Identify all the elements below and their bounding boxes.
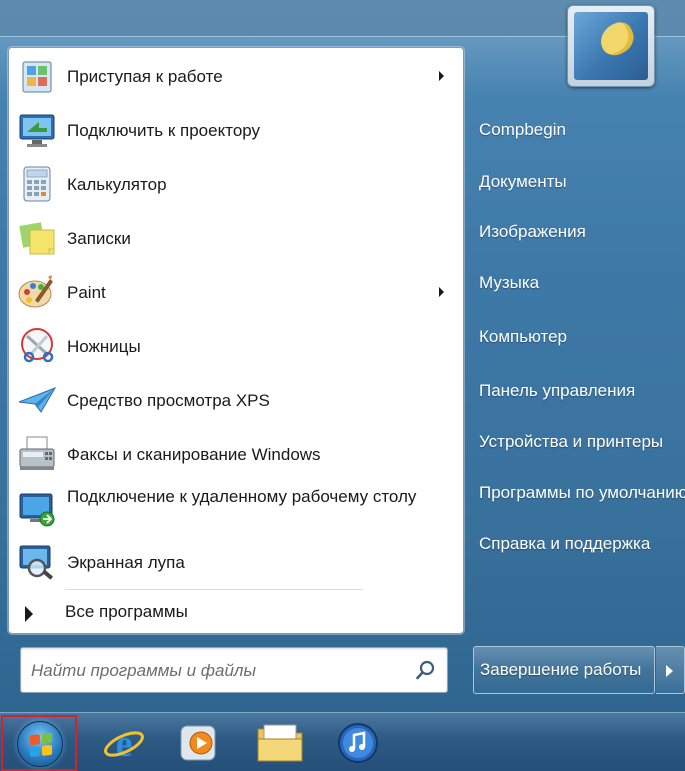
right-link-documents[interactable]: Документы <box>479 172 685 192</box>
all-programs-button[interactable]: Все программы <box>9 598 463 630</box>
getting-started-icon <box>15 54 59 98</box>
user-picture[interactable] <box>567 5 655 87</box>
xps-viewer-icon <box>15 378 59 422</box>
right-link-default-programs[interactable]: Программы по умолчанию <box>479 483 685 503</box>
start-button[interactable] <box>1 715 77 771</box>
internet-explorer-icon[interactable]: e <box>100 719 148 767</box>
projector-icon <box>15 108 59 152</box>
user-picture-image <box>574 12 648 80</box>
program-label: Факсы и сканирование Windows <box>67 445 321 464</box>
snipping-scissors-icon <box>15 324 59 368</box>
program-label: Записки <box>67 229 131 248</box>
paint-palette-icon <box>15 270 59 314</box>
programs-panel: Приступая к работе Подключить к проектор… <box>8 47 464 634</box>
fax-scan-icon <box>15 432 59 476</box>
program-item-paint[interactable]: Paint <box>9 266 463 318</box>
program-item-projector[interactable]: Подключить к проектору <box>9 104 463 156</box>
search-icon[interactable] <box>415 659 437 681</box>
program-item-snipping-tool[interactable]: Ножницы <box>9 320 463 372</box>
sticky-notes-icon <box>15 216 59 260</box>
windows-flag-icon <box>30 732 52 758</box>
windows-explorer-icon[interactable] <box>256 719 304 767</box>
svg-text:e: e <box>116 723 133 765</box>
right-link-music[interactable]: Музыка <box>479 273 685 293</box>
program-label: Подключение к удаленному рабочему столу <box>67 487 417 506</box>
windows-start-orb-icon <box>17 721 63 767</box>
shutdown-button[interactable]: Завершение работы <box>473 646 655 694</box>
all-programs-arrow-icon <box>25 606 33 622</box>
program-item-fax-scan[interactable]: Факсы и сканирование Windows <box>9 428 463 480</box>
media-player-icon[interactable] <box>174 719 222 767</box>
search-box <box>20 647 448 693</box>
program-item-sticky-notes[interactable]: Записки <box>9 212 463 264</box>
calculator-icon <box>15 162 59 206</box>
program-item-magnifier[interactable]: Экранная лупа <box>9 536 463 588</box>
shutdown-label: Завершение работы <box>480 660 642 679</box>
program-item-xps-viewer[interactable]: Средство просмотра XPS <box>9 374 463 426</box>
program-item-getting-started[interactable]: Приступая к работе <box>9 50 463 102</box>
all-programs-label: Все программы <box>65 602 188 621</box>
itunes-icon[interactable] <box>334 719 382 767</box>
program-label: Ножницы <box>67 337 141 356</box>
program-label: Экранная лупа <box>67 553 185 572</box>
program-label: Средство просмотра XPS <box>67 391 270 410</box>
taskbar: e <box>0 712 685 771</box>
program-label: Приступая к работе <box>67 67 223 86</box>
program-item-calculator[interactable]: Калькулятор <box>9 158 463 210</box>
program-item-remote-desktop[interactable]: Подключение к удаленному рабочему столу <box>9 482 463 536</box>
right-link-help-support[interactable]: Справка и поддержка <box>479 534 685 554</box>
remote-desktop-icon <box>15 487 59 531</box>
divider <box>65 589 363 590</box>
program-label: Paint <box>67 283 106 302</box>
right-link-pictures[interactable]: Изображения <box>479 222 685 242</box>
program-label: Калькулятор <box>67 175 167 194</box>
right-link-devices-printers[interactable]: Устройства и принтеры <box>479 432 685 452</box>
submenu-arrow-icon <box>439 287 444 297</box>
program-label: Подключить к проектору <box>67 121 261 140</box>
right-link-control-panel[interactable]: Панель управления <box>479 381 685 401</box>
magnifier-icon <box>15 540 59 584</box>
shutdown-options-button[interactable] <box>656 646 685 694</box>
search-input[interactable] <box>31 658 401 684</box>
right-link-user-folder[interactable]: Compbegin <box>479 120 685 140</box>
submenu-arrow-icon <box>439 71 444 81</box>
right-link-computer[interactable]: Компьютер <box>479 327 685 347</box>
